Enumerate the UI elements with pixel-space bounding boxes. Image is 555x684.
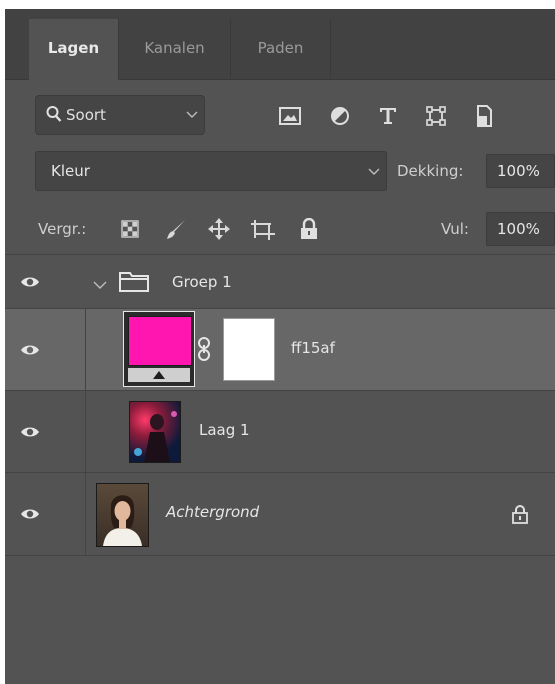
chevron-down-icon[interactable] xyxy=(93,275,107,294)
lock-pixels-brush-icon[interactable] xyxy=(163,216,189,242)
smart-object-filter-icon[interactable] xyxy=(471,105,497,127)
fill-field[interactable]: 100% xyxy=(486,212,555,246)
folder-icon xyxy=(119,272,149,296)
visibility-eye-icon[interactable] xyxy=(5,255,55,308)
chevron-down-icon xyxy=(186,104,198,128)
visibility-eye-icon[interactable] xyxy=(5,391,55,472)
lock-artboard-icon[interactable] xyxy=(250,216,276,242)
shape-filter-icon[interactable] xyxy=(423,105,449,127)
lock-position-move-icon[interactable] xyxy=(206,216,232,242)
lock-label: Vergr.: xyxy=(38,220,87,238)
lock-transparency-icon[interactable] xyxy=(117,216,143,242)
layer-row-background[interactable]: Achtergrond xyxy=(5,472,555,556)
visibility-eye-icon[interactable] xyxy=(5,473,55,555)
fill-slider-strip xyxy=(128,368,190,382)
opacity-field[interactable]: 100% xyxy=(486,154,555,188)
search-icon xyxy=(46,105,62,127)
lock-all-icon[interactable] xyxy=(296,216,322,242)
layer-name: Laag 1 xyxy=(199,421,250,439)
fill-label: Vul: xyxy=(441,220,469,238)
filter-kind-select[interactable]: Soort xyxy=(35,95,205,135)
chevron-down-icon xyxy=(368,164,380,182)
opacity-label: Dekking: xyxy=(397,162,464,180)
tab-paden[interactable]: Paden xyxy=(231,19,331,78)
adjustment-filter-icon[interactable] xyxy=(327,105,353,127)
layer-name: ff15af xyxy=(291,339,335,357)
layers-panel: Lagen Kanalen Paden Soort Kleur Dekking:… xyxy=(5,9,555,684)
layer-name: Groep 1 xyxy=(172,273,232,291)
layer-name: Achtergrond xyxy=(166,503,260,521)
filter-kind-label: Soort xyxy=(66,106,106,124)
layer-mask-thumbnail[interactable] xyxy=(223,318,275,381)
layer-row-group[interactable]: Groep 1 xyxy=(5,254,555,308)
image-filter-icon[interactable] xyxy=(277,105,303,127)
fill-thumbnail[interactable] xyxy=(123,311,195,387)
row-divider xyxy=(85,473,86,555)
row-divider xyxy=(85,391,86,472)
background-thumbnail-image[interactable] xyxy=(96,483,149,547)
blend-mode-select[interactable]: Kleur xyxy=(35,151,387,191)
tab-lagen[interactable]: Lagen xyxy=(29,19,119,80)
layer-row-pixel[interactable]: Laag 1 xyxy=(5,390,555,472)
link-chain-icon[interactable] xyxy=(197,337,211,365)
row-divider xyxy=(85,309,86,390)
tab-kanalen[interactable]: Kanalen xyxy=(119,19,231,78)
lock-icon xyxy=(512,504,528,528)
type-filter-icon[interactable] xyxy=(375,105,401,127)
fill-color-swatch xyxy=(128,316,192,366)
blend-mode-label: Kleur xyxy=(51,162,90,180)
layer-thumbnail-image[interactable] xyxy=(129,401,181,463)
layer-row-fill[interactable]: ff15af xyxy=(5,308,555,390)
visibility-eye-icon[interactable] xyxy=(5,309,55,390)
panel-tab-bar: Lagen Kanalen Paden xyxy=(5,9,555,80)
